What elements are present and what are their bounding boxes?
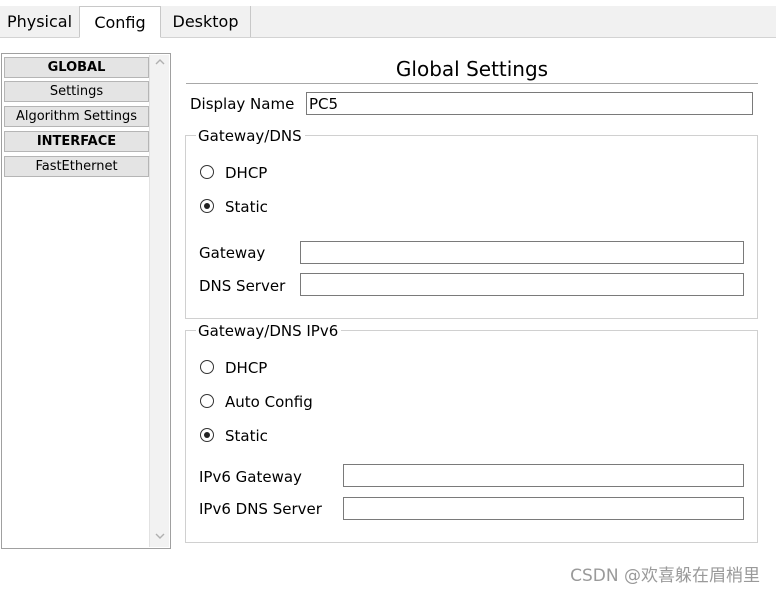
ipv6-gateway-field[interactable] (343, 464, 744, 487)
radio-unchecked-icon[interactable] (200, 360, 214, 374)
list-item-fastethernet[interactable]: FastEthernet (4, 156, 149, 177)
tab-physical[interactable]: Physical (0, 6, 80, 37)
ipv6-auto-config-label: Auto Config (225, 393, 313, 411)
watermark: CSDN @欢喜躲在眉梢里 (570, 566, 760, 586)
dns-server-field[interactable] (300, 273, 744, 296)
tab-bar: Physical Config Desktop (0, 6, 776, 38)
settings-list-panel: GLOBAL Settings Algorithm Settings INTER… (1, 53, 171, 549)
ipv6-dhcp-label: DHCP (225, 359, 268, 377)
radio-checked-icon[interactable] (200, 199, 214, 213)
ipv6-gateway-label: IPv6 Gateway (199, 468, 302, 486)
gateway-field[interactable] (300, 241, 744, 264)
chevron-up-icon[interactable] (150, 55, 169, 73)
radio-unchecked-icon[interactable] (200, 394, 214, 408)
display-name-field[interactable] (306, 92, 753, 115)
title-divider (186, 83, 758, 84)
list-header-interface: INTERFACE (4, 131, 149, 152)
ipv4-dhcp-label: DHCP (225, 164, 268, 182)
list-item-settings[interactable]: Settings (4, 81, 149, 102)
list-item-algorithm-settings[interactable]: Algorithm Settings (4, 106, 149, 127)
list-header-global: GLOBAL (4, 57, 149, 78)
tab-config[interactable]: Config (79, 6, 161, 38)
display-name-label: Display Name (190, 95, 295, 113)
page-title: Global Settings (395, 57, 549, 81)
ipv6-dns-server-label: IPv6 DNS Server (199, 500, 322, 518)
ipv6-dns-server-field[interactable] (343, 497, 744, 520)
list-scrollbar[interactable] (149, 55, 169, 547)
dns-server-label: DNS Server (199, 277, 286, 295)
gateway-label: Gateway (199, 244, 266, 262)
ipv6-static-label: Static (225, 427, 268, 445)
tab-desktop[interactable]: Desktop (161, 6, 251, 37)
chevron-down-icon[interactable] (150, 529, 169, 547)
radio-checked-icon[interactable] (200, 428, 214, 442)
ipv4-static-label: Static (225, 198, 268, 216)
gateway-dns-ipv6-legend: Gateway/DNS IPv6 (196, 321, 342, 341)
radio-unchecked-icon[interactable] (200, 165, 214, 179)
gateway-dns-legend: Gateway/DNS (196, 126, 305, 146)
